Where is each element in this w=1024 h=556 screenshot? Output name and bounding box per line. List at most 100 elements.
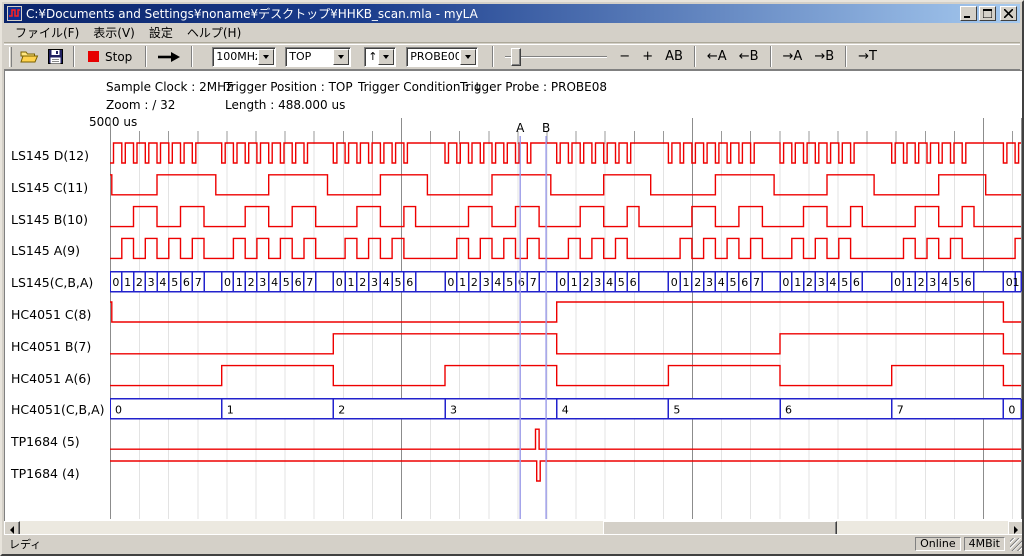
menu-bar: ファイル(F)表示(V)設定ヘルプ(H) — [4, 23, 1020, 43]
goto-trigger-button[interactable]: →T — [852, 46, 883, 68]
toolbar-grip[interactable] — [9, 47, 12, 67]
bus-value-label: 2 — [694, 276, 701, 289]
bus-value-label: 6 — [406, 276, 413, 289]
goto-cursor-b-button[interactable]: ←B — [733, 46, 765, 68]
bus-value-label: 0 — [224, 276, 231, 289]
toolbar-separator — [770, 46, 772, 67]
zoom-in-button[interactable]: + — [636, 46, 659, 68]
menu-item-3[interactable]: ヘルプ(H) — [180, 22, 248, 43]
window-title: C:¥Documents and Settings¥noname¥デスクトップ¥… — [26, 5, 958, 22]
bus-value-label: 4 — [718, 276, 725, 289]
close-button[interactable] — [1000, 6, 1017, 21]
bus-value-label: 6 — [965, 276, 972, 289]
signal-label: HC4051 B(7) — [11, 339, 91, 354]
trigger-edge-combo[interactable]: ↑ — [364, 47, 396, 67]
bus-value-label: 0 — [1008, 403, 1015, 416]
stop-icon — [88, 51, 99, 62]
bus-value-label: 3 — [594, 276, 601, 289]
bus-value-label: 1 — [227, 403, 234, 416]
waveform-trace — [110, 238, 1021, 258]
dropdown-arrow-icon[interactable] — [378, 49, 394, 65]
status-memory: 4MBit — [964, 537, 1005, 551]
app-icon — [7, 6, 22, 21]
bus-value-label: 1 — [348, 276, 355, 289]
bus-value-label: 7 — [306, 276, 313, 289]
signal-label: TP1684 (4) — [11, 466, 80, 481]
signal-label: HC4051 C(8) — [11, 307, 91, 322]
bus-value-label: 2 — [136, 276, 143, 289]
trigger-position-combo[interactable]: TOP — [285, 47, 351, 67]
bus-value-label: 3 — [818, 276, 825, 289]
signal-label: LS145 D(12) — [11, 148, 89, 163]
zoom-ab-button[interactable]: AB — [659, 46, 689, 68]
bus-value-label: 7 — [753, 276, 760, 289]
bus-value-label: 2 — [471, 276, 478, 289]
open-button[interactable] — [16, 46, 42, 68]
scroll-right-icon — [1014, 526, 1022, 534]
trigger-edge-value: ↑ — [365, 50, 377, 63]
signal-label: HC4051 A(6) — [11, 371, 91, 386]
toolbar-separator — [145, 46, 147, 67]
waveform-trace — [110, 429, 1021, 449]
goto-cursor-a-button[interactable]: ←A — [701, 46, 733, 68]
open-folder-icon — [20, 49, 39, 64]
toolbar: Stop 100MHz TOP ↑ PROBE00 − + AB ←A — [4, 44, 1020, 70]
minimize-button[interactable] — [960, 6, 977, 21]
zoom-out-button[interactable]: − — [613, 46, 636, 68]
resize-grip[interactable] — [1010, 538, 1023, 551]
zoom-slider-thumb[interactable] — [511, 48, 521, 66]
bus-value-label: 2 — [918, 276, 925, 289]
bus-value-label: 4 — [941, 276, 948, 289]
bus-value-label: 5 — [730, 276, 737, 289]
bus-value-label: 6 — [853, 276, 860, 289]
maximize-button[interactable] — [979, 6, 996, 21]
bus-value-label: 0 — [671, 276, 678, 289]
save-button[interactable] — [42, 46, 68, 68]
cursor-a-label: A — [516, 121, 525, 135]
bus-value-label: 7 — [897, 403, 904, 416]
bus-value-label: 7 — [530, 276, 537, 289]
probe-combo[interactable]: PROBE00 — [406, 47, 478, 67]
menu-item-0[interactable]: ファイル(F) — [8, 22, 86, 43]
bus-value-label: 1 — [683, 276, 690, 289]
set-cursor-a-button[interactable]: →A — [777, 46, 809, 68]
dropdown-arrow-icon[interactable] — [460, 49, 476, 65]
dropdown-arrow-icon[interactable] — [258, 49, 274, 65]
waveform-trace — [110, 175, 1021, 195]
bus-value-label: 0 — [782, 276, 789, 289]
set-cursor-b-button[interactable]: →B — [808, 46, 840, 68]
bus-value-label: 2 — [806, 276, 813, 289]
info-trigger-position: Trigger Position : TOP — [225, 80, 353, 94]
waveform-panel: Sample Clock : 2MHz Trigger Position : T… — [4, 70, 1024, 521]
menu-item-2[interactable]: 設定 — [142, 22, 180, 43]
title-bar[interactable]: C:¥Documents and Settings¥noname¥デスクトップ¥… — [4, 4, 1020, 23]
bus-value-label: 5 — [673, 403, 680, 416]
waveform-trace — [110, 334, 1021, 354]
status-online: Online — [915, 537, 960, 551]
bus-value-label: 0 — [559, 276, 566, 289]
toolbar-separator — [73, 46, 75, 67]
bus-value-label: 1 — [906, 276, 913, 289]
bus-value-label: 3 — [148, 276, 155, 289]
sample-clock-combo[interactable]: 100MHz — [212, 47, 276, 67]
signal-label: HC4051(C,B,A) — [11, 402, 105, 417]
dropdown-arrow-icon[interactable] — [333, 49, 349, 65]
stop-button[interactable]: Stop — [80, 46, 140, 68]
zoom-slider[interactable] — [503, 46, 609, 68]
status-ready-text: レディ — [4, 536, 915, 552]
info-length: Length : 488.000 us — [225, 98, 345, 112]
run-arrow-icon — [158, 52, 180, 62]
run-button[interactable] — [152, 46, 186, 68]
bus-value-label: 6 — [295, 276, 302, 289]
info-zoom: Zoom : / 32 — [106, 98, 175, 112]
bus-value-label: 4 — [159, 276, 166, 289]
signal-label: LS145 C(11) — [11, 180, 88, 195]
menu-item-1[interactable]: 表示(V) — [86, 22, 142, 43]
bus-value-label: 6 — [741, 276, 748, 289]
bus-value-label: 1 — [236, 276, 243, 289]
trigger-position-value: TOP — [286, 50, 332, 63]
bus-value-label: 0 — [336, 276, 343, 289]
bus-value-label: 7 — [195, 276, 202, 289]
bus-value-label: 3 — [706, 276, 713, 289]
bus-value-label: 5 — [395, 276, 402, 289]
